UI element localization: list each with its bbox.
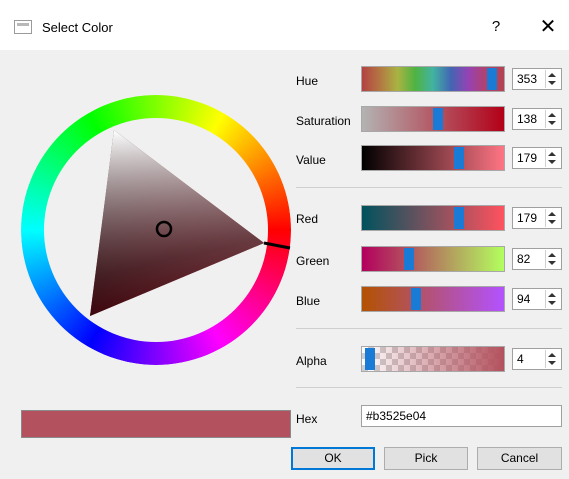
saturation-slider[interactable] <box>361 106 505 132</box>
blue-slider[interactable] <box>361 286 505 312</box>
cancel-button[interactable]: Cancel <box>477 447 562 470</box>
green-slider-handle[interactable] <box>404 248 414 270</box>
saturation-spinbox[interactable]: 138 <box>512 108 562 130</box>
separator <box>296 328 562 329</box>
hue-slider[interactable] <box>361 66 505 92</box>
hex-input[interactable]: #b3525e04 <box>361 405 562 427</box>
blue-label: Blue <box>296 294 321 308</box>
title-bar: Select Color ? ✕ <box>0 0 569 50</box>
alpha-spin-arrows[interactable] <box>545 350 560 368</box>
value-spin-arrows[interactable] <box>545 149 560 167</box>
saturation-spin-arrows[interactable] <box>545 110 560 128</box>
red-spinbox[interactable]: 179 <box>512 207 562 229</box>
separator <box>296 387 562 388</box>
blue-spin-arrows[interactable] <box>545 290 560 308</box>
red-label: Red <box>296 212 319 226</box>
saturation-value[interactable]: 138 <box>517 112 537 126</box>
green-spinbox[interactable]: 82 <box>512 248 562 270</box>
value-spinbox[interactable]: 179 <box>512 147 562 169</box>
close-button[interactable]: ✕ <box>534 14 562 40</box>
pick-button[interactable]: Pick <box>384 447 468 470</box>
color-preview-swatch <box>21 410 291 438</box>
red-value[interactable]: 179 <box>517 211 537 225</box>
blue-spinbox[interactable]: 94 <box>512 288 562 310</box>
hue-spinbox[interactable]: 353 <box>512 68 562 90</box>
alpha-slider-handle[interactable] <box>365 348 375 370</box>
alpha-spinbox[interactable]: 4 <box>512 348 562 370</box>
alpha-value[interactable]: 4 <box>517 352 524 366</box>
red-slider[interactable] <box>361 205 505 231</box>
hue-spin-arrows[interactable] <box>545 70 560 88</box>
blue-slider-handle[interactable] <box>411 288 421 310</box>
value-label: Value <box>296 153 326 167</box>
alpha-slider[interactable] <box>361 346 505 372</box>
hex-label: Hex <box>296 412 318 426</box>
value-value[interactable]: 179 <box>517 151 537 165</box>
hue-value[interactable]: 353 <box>517 72 537 86</box>
green-slider[interactable] <box>361 246 505 272</box>
hue-label: Hue <box>296 74 319 88</box>
green-label: Green <box>296 254 330 268</box>
value-slider[interactable] <box>361 145 505 171</box>
saturation-slider-handle[interactable] <box>433 108 443 130</box>
red-slider-handle[interactable] <box>454 207 464 229</box>
alpha-gradient <box>362 347 504 371</box>
separator <box>296 187 562 188</box>
red-spin-arrows[interactable] <box>545 209 560 227</box>
color-wheel[interactable] <box>21 95 291 365</box>
app-icon <box>14 20 32 34</box>
color-wheel-graphic[interactable] <box>21 95 291 365</box>
window-title: Select Color <box>42 20 113 35</box>
value-slider-handle[interactable] <box>454 147 464 169</box>
hue-slider-handle[interactable] <box>487 68 497 90</box>
blue-value[interactable]: 94 <box>517 292 530 306</box>
ok-button[interactable]: OK <box>291 447 375 470</box>
saturation-label: Saturation <box>296 114 351 128</box>
help-button[interactable]: ? <box>482 14 510 40</box>
green-spin-arrows[interactable] <box>545 250 560 268</box>
alpha-label: Alpha <box>296 354 327 368</box>
green-value[interactable]: 82 <box>517 252 530 266</box>
